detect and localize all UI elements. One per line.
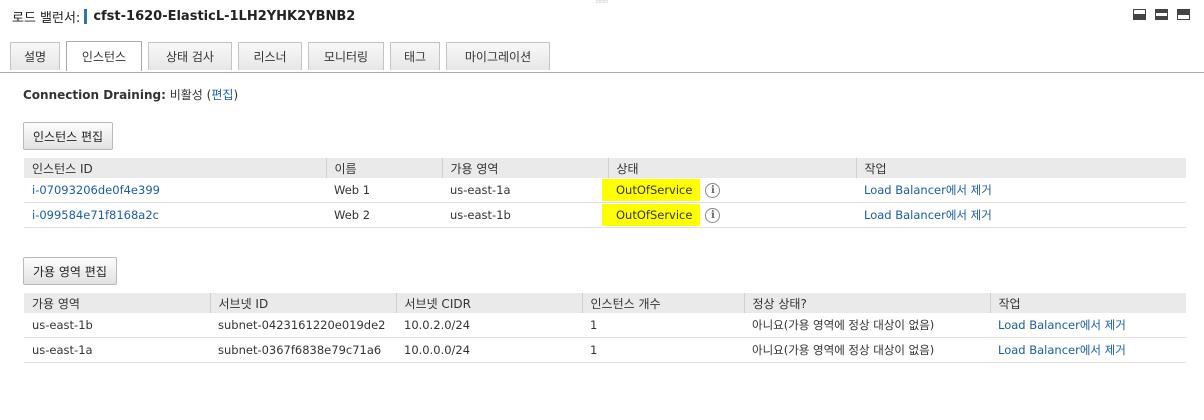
- tab-migration[interactable]: 마이그레이션: [446, 42, 550, 70]
- column-header[interactable]: 상태: [607, 158, 856, 178]
- table-row: us-east-1a subnet-0367f6838e79c71a6 10.0…: [24, 337, 1186, 363]
- instance-id-link[interactable]: i-07093206de0f4e399: [32, 183, 160, 197]
- zone-az: us-east-1a: [24, 337, 210, 363]
- column-header[interactable]: 작업: [989, 293, 1186, 313]
- tab-health-check[interactable]: 상태 검사: [148, 42, 232, 70]
- instance-id-link[interactable]: i-099584e71f8168a2c: [32, 208, 159, 222]
- availability-zones-table: 가용 영역 서브넷 ID 서브넷 CIDR 인스턴스 개수 정상 상태? 작업 …: [24, 293, 1186, 363]
- table-row: i-099584e71f8168a2c Web 2 us-east-1b Out…: [24, 202, 1186, 228]
- instances-table: 인스턴스 ID 이름 가용 영역 상태 작업 i-07093206de0f4e3…: [24, 158, 1186, 228]
- edit-instances-button[interactable]: 인스턴스 편집: [23, 122, 114, 150]
- tab-bar: 설명 인스턴스 상태 검사 리스너 모니터링 태그 마이그레이션: [10, 41, 556, 71]
- info-icon[interactable]: i: [705, 207, 721, 223]
- tab-listeners[interactable]: 리스너: [238, 42, 302, 70]
- paren-close: ): [233, 88, 239, 102]
- status-badge: OutOfService: [602, 178, 701, 201]
- table-row: i-07093206de0f4e399 Web 1 us-east-1a Out…: [24, 178, 1186, 203]
- connection-draining: Connection Draining: 비활성 (편집): [23, 86, 238, 103]
- lb-name: cfst-1620-ElasticL-1LH2YHK2YBNB2: [93, 8, 356, 24]
- column-header[interactable]: 작업: [855, 158, 1186, 178]
- connection-draining-edit-link[interactable]: 편집: [211, 88, 233, 102]
- tab-instances[interactable]: 인스턴스: [66, 41, 142, 71]
- subnet-cidr: 10.0.0.0/24: [396, 337, 582, 363]
- remove-from-lb-link[interactable]: Load Balancer에서 제거: [864, 183, 992, 197]
- remove-from-lb-link[interactable]: Load Balancer에서 제거: [998, 343, 1126, 357]
- tab-monitoring[interactable]: 모니터링: [308, 42, 384, 70]
- instance-az: us-east-1b: [442, 202, 608, 228]
- table-header-row: 가용 영역 서브넷 ID 서브넷 CIDR 인스턴스 개수 정상 상태? 작업: [24, 293, 1186, 313]
- table-header-row: 인스턴스 ID 이름 가용 영역 상태 작업: [24, 158, 1186, 178]
- connection-draining-label: Connection Draining:: [23, 88, 166, 102]
- header-accent-bar: [84, 8, 88, 24]
- column-header[interactable]: 서브넷 ID: [209, 293, 396, 313]
- subnet-id: subnet-0367f6838e79c71a6: [210, 337, 396, 363]
- column-header[interactable]: 서브넷 CIDR: [395, 293, 582, 313]
- zone-az: us-east-1b: [24, 313, 210, 338]
- instance-name: Web 2: [326, 202, 442, 228]
- tab-description[interactable]: 설명: [10, 42, 60, 70]
- panel-top-icon[interactable]: [1177, 9, 1190, 20]
- status-badge: OutOfService: [602, 203, 701, 226]
- lb-header: 로드 밸런서: cfst-1620-ElasticL-1LH2YHK2YBNB2: [12, 5, 355, 27]
- connection-draining-value: 비활성: [169, 88, 203, 102]
- edit-availability-zones-button[interactable]: 가용 영역 편집: [23, 257, 117, 285]
- column-header[interactable]: 정상 상태?: [743, 293, 990, 313]
- header-label: 로드 밸런서:: [12, 10, 81, 26]
- instance-name: Web 1: [326, 178, 442, 203]
- instance-count: 1: [582, 337, 744, 363]
- subnet-id: subnet-0423161220e019de2: [210, 313, 396, 338]
- panel-bottom-icon[interactable]: [1133, 9, 1146, 20]
- table-row: us-east-1b subnet-0423161220e019de2 10.0…: [24, 313, 1186, 338]
- instance-count: 1: [582, 313, 744, 338]
- info-icon[interactable]: i: [705, 182, 721, 198]
- instance-az: us-east-1a: [442, 178, 608, 203]
- remove-from-lb-link[interactable]: Load Balancer에서 제거: [864, 208, 992, 222]
- health-status: 아니요(가용 영역에 정상 대상이 없음): [744, 337, 990, 363]
- column-header[interactable]: 이름: [325, 158, 442, 178]
- health-status: 아니요(가용 영역에 정상 대상이 없음): [744, 313, 990, 338]
- subnet-cidr: 10.0.2.0/24: [396, 313, 582, 338]
- column-header[interactable]: 인스턴스 개수: [581, 293, 744, 313]
- column-header[interactable]: 가용 영역: [24, 293, 210, 313]
- drag-handle[interactable]: ▫▫▫: [592, 0, 612, 5]
- panel-split-icon[interactable]: [1155, 9, 1168, 20]
- column-header[interactable]: 가용 영역: [441, 158, 608, 178]
- window-buttons: [1133, 9, 1190, 20]
- column-header[interactable]: 인스턴스 ID: [24, 158, 326, 178]
- tab-tags[interactable]: 태그: [390, 42, 440, 70]
- tab-divider: [0, 72, 1204, 73]
- remove-from-lb-link[interactable]: Load Balancer에서 제거: [998, 318, 1126, 332]
